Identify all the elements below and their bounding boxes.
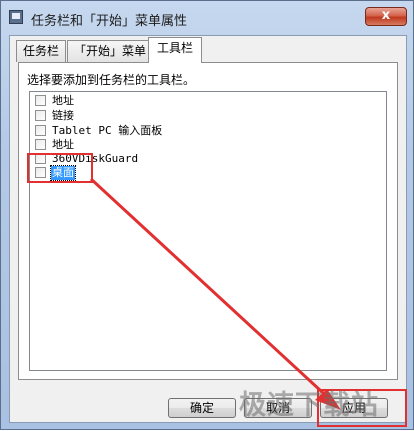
properties-window: 任务栏和「开始」菜单属性 x 任务栏 「开始」菜单 工具栏 选择要添加到任务栏的… <box>0 0 414 430</box>
tab-toolbars[interactable]: 工具栏 <box>148 37 202 63</box>
annotation-arrow-icon <box>89 177 341 410</box>
watermark: 极速下载站 <box>239 390 379 421</box>
